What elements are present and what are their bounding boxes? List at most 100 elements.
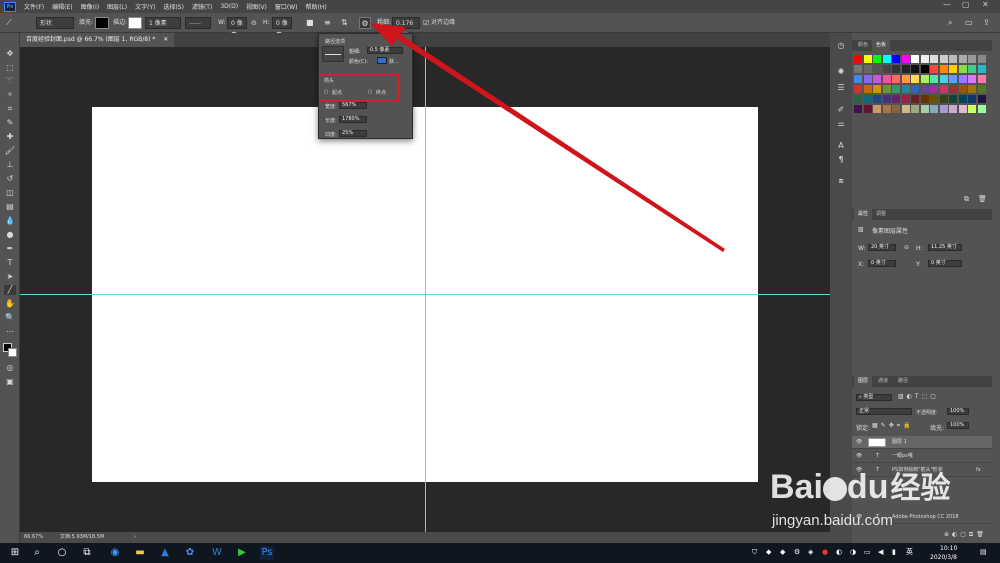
menu-image[interactable]: 图像(I) [81, 2, 99, 11]
color-swatch[interactable] [939, 55, 948, 63]
color-swatch[interactable] [863, 75, 872, 83]
magic-wand-tool-icon[interactable]: ✧ [4, 90, 16, 100]
color-swatch[interactable] [854, 55, 862, 63]
pen-tool-icon[interactable]: ✒ [4, 244, 16, 254]
app-icon[interactable]: ▲ [158, 546, 172, 560]
color-swatch[interactable] [939, 75, 948, 83]
screen-mode-icon[interactable]: ▣ [4, 377, 16, 387]
color-swatch[interactable] [854, 105, 862, 113]
brush-tool-icon[interactable]: 🖌 [4, 146, 16, 156]
color-swatch[interactable] [920, 55, 929, 63]
path-arrangement-icon[interactable]: ⇅ [341, 17, 348, 29]
visibility-eye-icon[interactable]: 👁 [856, 436, 862, 449]
tab-properties[interactable]: 属性 [854, 209, 873, 220]
menu-file[interactable]: 文件(F) [24, 2, 44, 11]
color-swatch[interactable] [911, 95, 919, 103]
menu-help[interactable]: 帮助(H) [306, 2, 327, 11]
path-selection-icon[interactable]: ➤ [4, 272, 16, 282]
color-swatch[interactable] [958, 75, 967, 83]
status-arrow-icon[interactable]: › [134, 532, 136, 543]
color-swatch[interactable] [930, 55, 938, 63]
path-operations-icon[interactable]: ■ [306, 17, 314, 29]
color-swatch[interactable] [882, 65, 891, 73]
move-tool-icon[interactable]: ✥ [4, 49, 16, 59]
line-tool-icon[interactable]: ⟋ [6, 17, 12, 29]
menu-layer[interactable]: 图层(L) [107, 2, 127, 11]
width-field[interactable]: 0 像素 [227, 17, 247, 39]
link-icon[interactable]: ⊝ [251, 17, 257, 29]
clock-time[interactable]: 10:10 [940, 545, 957, 552]
color-swatch[interactable] [968, 95, 976, 103]
arrow-length-field[interactable]: 1780% [339, 116, 367, 123]
tool-mode-select[interactable]: 形状 [36, 17, 74, 29]
menu-select[interactable]: 选择(S) [163, 2, 184, 11]
brush-settings-icon[interactable]: ✐ [835, 105, 847, 115]
color-swatch[interactable] [968, 55, 976, 63]
prop-width-field[interactable]: 20 英寸 [868, 244, 896, 251]
stamp-tool-icon[interactable]: ⊥ [4, 160, 16, 170]
word-icon[interactable]: W [210, 546, 224, 560]
color-swatch[interactable] [958, 65, 967, 73]
color-swatch[interactable] [892, 55, 900, 63]
color-swatch[interactable] [901, 65, 910, 73]
search-icon[interactable]: ⌕ [30, 546, 44, 560]
ime-indicator[interactable]: 英 [906, 548, 918, 557]
stroke-width-field[interactable]: 1 像素 [145, 17, 181, 29]
layer-actions-icons[interactable]: ⊕◐▢⧉🗑 [944, 531, 987, 539]
color-swatch[interactable] [882, 75, 891, 83]
color-swatch[interactable] [854, 65, 862, 73]
more-tools-icon[interactable]: ⋯ [4, 327, 16, 337]
paragraph-panel-icon[interactable]: ¶ [835, 155, 847, 165]
color-swatch[interactable] [939, 85, 948, 93]
tab-color[interactable]: 颜色 [854, 40, 872, 51]
stroke-type-select[interactable]: —— [185, 17, 211, 29]
close-tab-icon[interactable]: ✕ [163, 36, 168, 43]
menu-3d[interactable]: 3D(D) [220, 3, 238, 10]
color-swatch[interactable] [873, 65, 881, 73]
color-swatch[interactable] [892, 95, 900, 103]
history-panel-icon[interactable]: ◷ [835, 41, 847, 51]
color-swatch[interactable] [920, 105, 929, 113]
arrow-width-field[interactable]: 567% [339, 102, 367, 109]
popup-weight-field[interactable]: 0.5 像素 [367, 47, 403, 54]
visibility-eye-icon[interactable]: 👁 [856, 450, 862, 463]
eraser-tool-icon[interactable]: ◫ [4, 188, 16, 198]
lock-icons[interactable]: ▦✎✥⌗🔒 [872, 422, 914, 430]
color-swatch[interactable] [958, 105, 967, 113]
workspace-icon[interactable]: ▭ [965, 17, 973, 29]
start-checkbox[interactable]: ○ [324, 89, 328, 95]
color-swatch[interactable] [958, 85, 967, 93]
color-swatch[interactable] [911, 75, 919, 83]
close-button[interactable]: ✕ [982, 0, 989, 9]
shield-icon[interactable]: ⛉ [752, 548, 760, 557]
volume-icon[interactable]: ◀ [878, 548, 886, 557]
layer-filter-icons[interactable]: ▨◐T⬚▢ [898, 393, 939, 400]
brush-panel-icon[interactable]: ☰ [835, 83, 847, 93]
zoom-tool-icon[interactable]: 🔍 [4, 313, 16, 323]
healing-tool-icon[interactable]: ✚ [4, 132, 16, 142]
tab-paths[interactable]: 路径 [894, 376, 912, 387]
prop-y-field[interactable]: 0 英寸 [928, 260, 962, 267]
character-panel-icon[interactable]: A [835, 141, 847, 151]
tray-app-icon[interactable]: ◈ [808, 548, 816, 557]
color-swatch[interactable] [873, 95, 881, 103]
lasso-tool-icon[interactable]: ➰ [4, 76, 16, 86]
tray-app-icon[interactable]: ● [822, 548, 830, 557]
color-swatch[interactable] [930, 85, 938, 93]
color-swatch[interactable] [939, 65, 948, 73]
zoom-level[interactable]: 66.67% [24, 532, 43, 543]
end-checkbox[interactable]: ○ [368, 89, 372, 95]
tab-adjustments[interactable]: 调整 [872, 209, 890, 220]
menu-type[interactable]: 文字(Y) [135, 2, 155, 11]
color-swatch[interactable] [901, 75, 910, 83]
color-swatch[interactable] [977, 85, 986, 93]
layer-filter-select[interactable]: ⌕ 类型 [856, 394, 892, 401]
canvas-area[interactable] [20, 47, 830, 532]
color-swatch[interactable] [977, 105, 986, 113]
fill-field[interactable]: 100% [947, 422, 969, 429]
network-icon[interactable]: ▭ [864, 548, 872, 557]
dodge-tool-icon[interactable]: ● [4, 230, 16, 240]
notification-icon[interactable]: ▤ [980, 548, 988, 557]
color-swatch[interactable] [873, 85, 881, 93]
color-swatch[interactable] [882, 95, 891, 103]
